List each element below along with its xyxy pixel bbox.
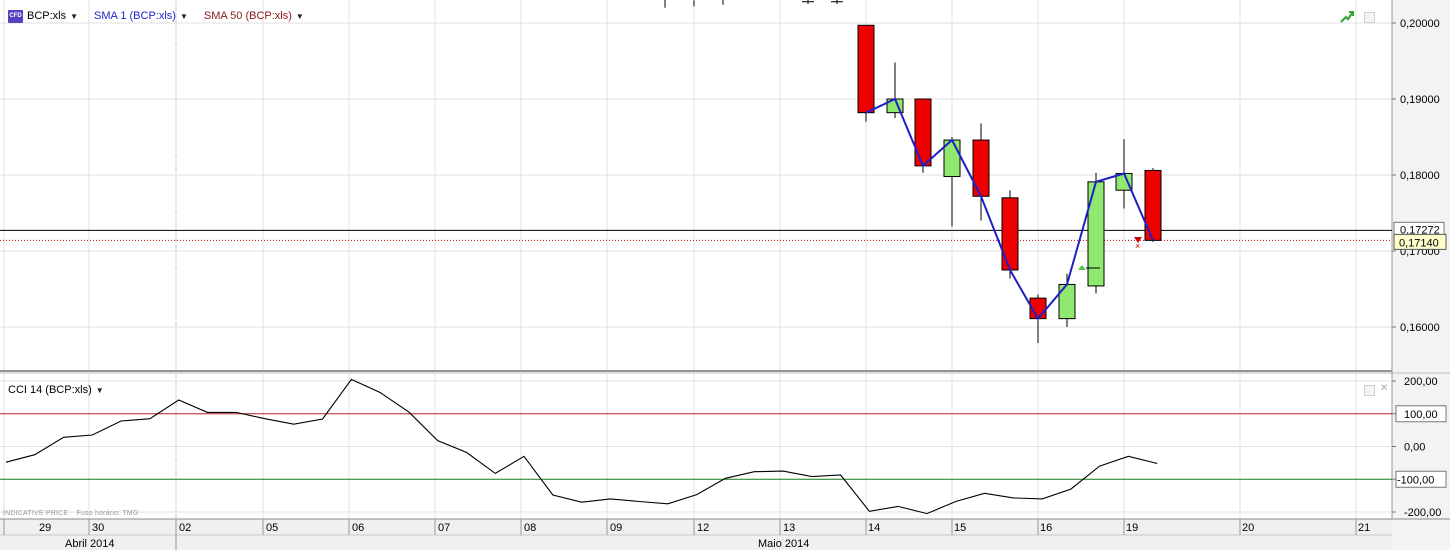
symbol-label: BCP:xls [27,10,67,22]
cfd-icon: CFD [8,9,23,23]
candle-down [972,139,990,197]
close-cci-panel-icon[interactable]: ✕ [1380,383,1388,394]
footer-note: INDICATIVE PRICE Fuso horário: TMG [3,510,138,517]
cci-legend: CCI 14 (BCP:xls) ▼ [8,382,116,398]
price-chart[interactable]: 0,160000,170000,180000,190000,20000200,0… [0,0,1450,550]
indicative-price-label: INDICATIVE PRICE [3,510,69,517]
sma50-dropdown[interactable]: SMA 50 (BCP:xls) ▼ [204,10,304,22]
day-label: 21 [1358,522,1370,534]
candle-down [857,24,875,114]
price-tick-label: 0,20000 [1400,18,1440,30]
chart-background [0,0,1450,550]
candle-up [1087,181,1105,287]
day-label: 13 [783,522,795,534]
day-label: 30 [92,522,104,534]
cci-label: CCI 14 (BCP:xls) [8,384,92,396]
day-label: 09 [610,522,622,534]
maximize-panel-icon[interactable] [1364,12,1375,23]
chevron-down-icon: ▼ [70,11,79,21]
chevron-down-icon: ▼ [179,11,188,21]
price-tick-label: 0,18000 [1400,170,1440,182]
month-label: Maio 2014 [758,538,809,550]
timezone-label: Fuso horário: TMG [76,510,139,517]
day-label: 02 [179,522,191,534]
price-axis-background [1392,0,1450,550]
main-legend: CFD BCP:xls ▼ SMA 1 (BCP:xls) ▼ SMA 50 (… [8,8,316,24]
day-label: 14 [868,522,880,534]
day-label: 29 [39,522,51,534]
price-tick-label: 0,19000 [1400,94,1440,106]
candle-down [1001,197,1019,271]
trend-icon[interactable] [1340,10,1354,24]
day-label: 07 [438,522,450,534]
cci-tick-label: -100,00 [1397,474,1434,486]
day-label: 05 [266,522,278,534]
day-label: 16 [1040,522,1052,534]
current-price-label: 0,17140 [1399,237,1439,249]
cci-tick-label: 0,00 [1404,442,1425,454]
day-label: 12 [697,522,709,534]
candle-down [914,98,932,167]
day-label: 15 [954,522,966,534]
maximize-cci-panel-icon[interactable] [1364,385,1375,396]
cci-dropdown[interactable]: CCI 14 (BCP:xls) ▼ [8,384,104,396]
sma50-label: SMA 50 (BCP:xls) [203,10,292,22]
month-label: Abril 2014 [65,538,115,550]
chevron-down-icon: ▼ [295,11,304,21]
sma1-dropdown[interactable]: SMA 1 (BCP:xls) ▼ [94,10,188,22]
chevron-down-icon: ▼ [95,385,104,395]
sma1-label: SMA 1 (BCP:xls) [94,10,176,22]
sell-marker-x: × [1135,241,1140,251]
symbol-dropdown[interactable]: BCP:xls ▼ [27,10,78,22]
cci-tick-label: 200,00 [1404,376,1438,388]
price-tick-label: 0,16000 [1400,322,1440,334]
cci-tick-label: 100,00 [1404,409,1438,421]
day-label: 19 [1126,522,1138,534]
cci-tick-label: -200,00 [1404,507,1441,519]
day-label: 20 [1242,522,1254,534]
day-label: 06 [352,522,364,534]
day-label: 08 [524,522,536,534]
